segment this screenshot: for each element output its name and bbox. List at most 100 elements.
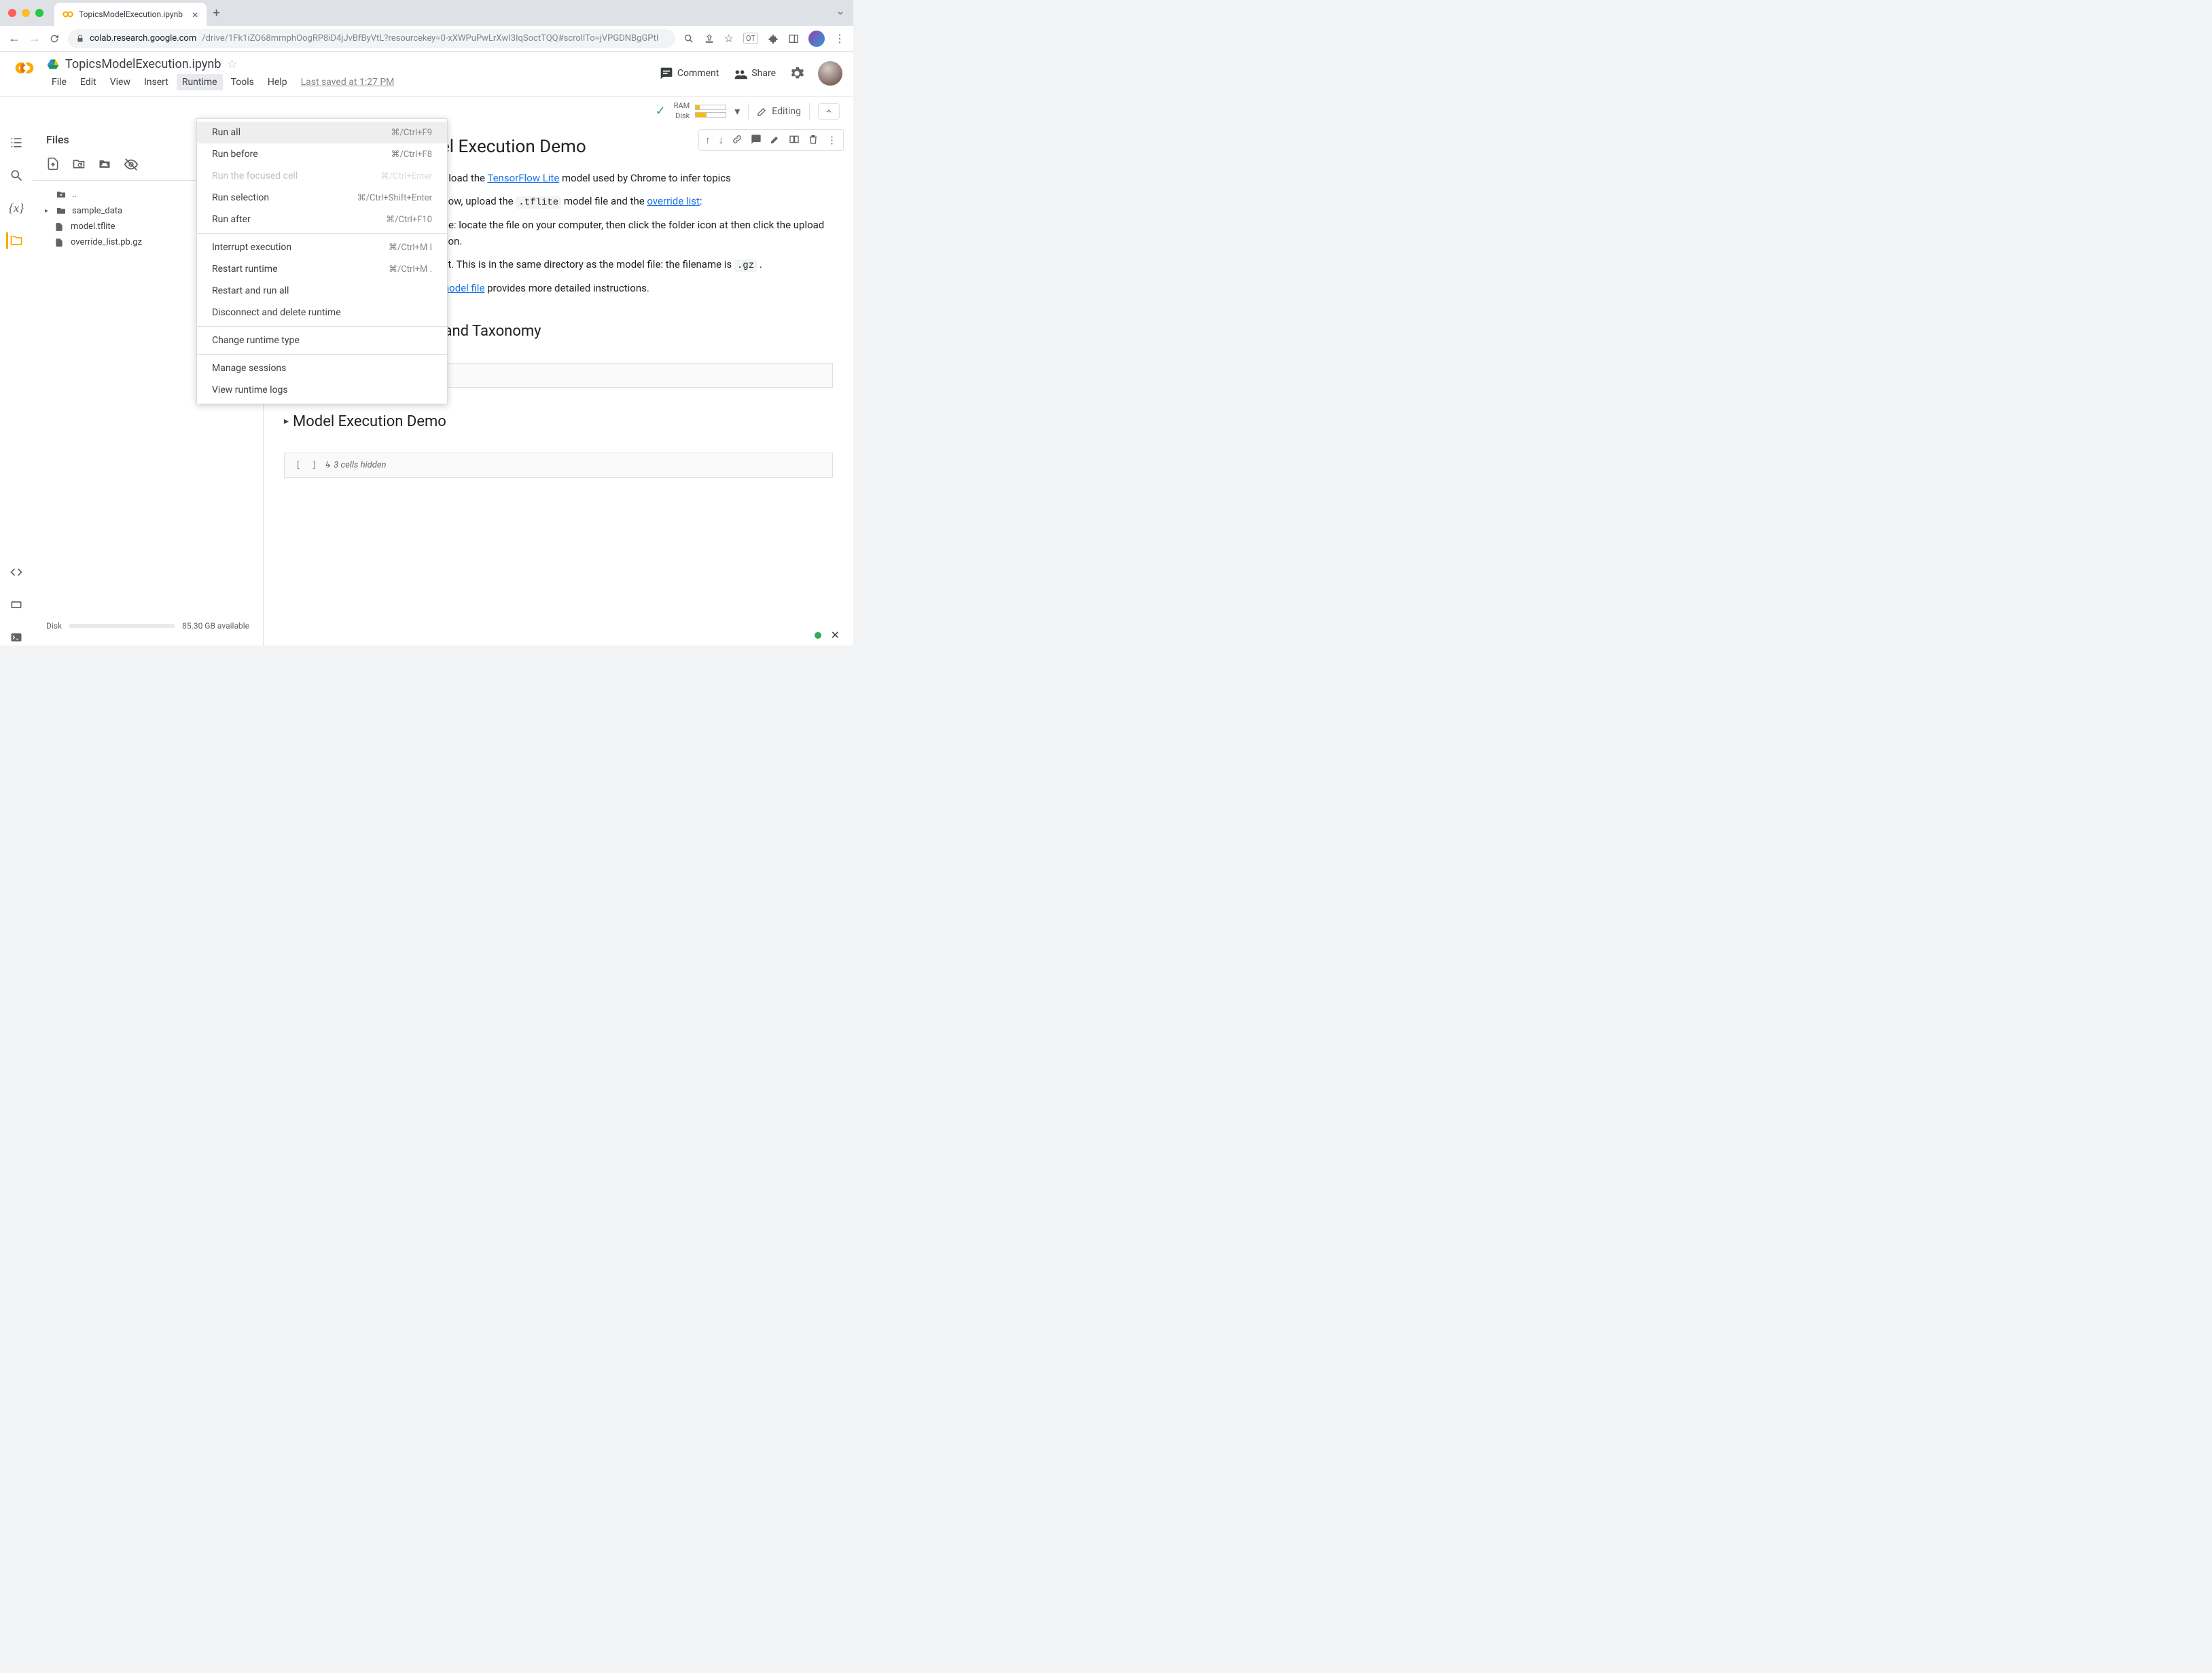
section-heading: Model Execution Demo [293,410,446,434]
profile-label[interactable]: OT [743,33,758,44]
header-actions: Comment Share [660,61,842,86]
close-status-icon[interactable]: ✕ [831,629,840,641]
runtime-menu-item[interactable]: Run after ⌘/Ctrl+F10 [197,209,447,230]
variables-icon[interactable]: {x} [8,200,24,216]
disk-available: 85.30 GB available [182,621,249,631]
runtime-menu-item[interactable]: Disconnect and delete runtime [197,302,447,323]
menu-item-shortcut: ⌘/Ctrl+Enter [380,171,432,181]
upload-file-icon[interactable] [46,157,60,172]
mirror-cell-icon[interactable] [785,131,803,149]
menu-item-label: Run after [212,214,251,225]
colab-logo-icon[interactable] [11,58,38,77]
comment-label: Comment [677,68,719,79]
collapse-header-button[interactable] [818,103,840,120]
menu-edit[interactable]: Edit [75,74,102,90]
override-list-link[interactable]: override list [647,195,699,207]
save-status[interactable]: Last saved at 1:27 PM [296,74,400,90]
comment-button[interactable]: Comment [660,67,719,80]
runtime-menu-item[interactable]: Manage sessions [197,357,447,379]
browser-tab[interactable]: TopicsModelExecution.ipynb × [54,3,207,26]
ram-disk-indicator[interactable]: RAM Disk [674,101,727,121]
menu-help[interactable]: Help [262,74,293,90]
side-panel-icon[interactable] [788,33,799,44]
menu-insert[interactable]: Insert [139,74,174,90]
notebook-title[interactable]: TopicsModelExecution.ipynb [65,57,221,71]
close-tab-icon[interactable]: × [192,8,198,21]
edit-cell-icon[interactable] [766,131,784,149]
comment-cell-icon[interactable] [747,131,765,149]
menu-divider [197,326,447,327]
hidden-count: 3 cells hidden [334,460,386,470]
browser-menu-icon[interactable]: ⋮ [834,32,845,45]
runtime-menu-item[interactable]: Restart runtime⌘/Ctrl+M . [197,258,447,280]
files-rail-icon[interactable] [6,232,24,249]
move-up-icon[interactable]: ↑ [702,131,714,149]
refresh-files-icon[interactable] [72,157,86,172]
menu-file[interactable]: File [46,74,72,90]
runtime-menu-item[interactable]: Change runtime type [197,330,447,351]
disk-label: Disk [674,111,690,121]
browser-action-icons: ☆ OT ⋮ [683,31,845,47]
command-palette-icon[interactable] [8,597,24,613]
bookmark-icon[interactable]: ☆ [724,32,734,45]
file-icon [54,222,67,232]
cell-toolbar: ↑ ↓ ⋮ [698,129,844,151]
menu-tools[interactable]: Tools [226,74,260,90]
connected-check-icon: ✓ [656,104,666,118]
menu-item-label: Disconnect and delete runtime [212,307,341,318]
star-icon[interactable]: ☆ [226,57,237,71]
browser-profile-avatar[interactable] [808,31,825,47]
share-browser-icon[interactable] [704,33,715,44]
user-avatar[interactable] [818,61,842,86]
settings-icon[interactable] [789,66,804,81]
chevron-right-icon[interactable]: ▸ [45,207,52,215]
menu-item-shortcut: ⌘/Ctrl+F10 [386,215,432,225]
reload-button[interactable] [49,33,60,44]
link-cell-icon[interactable] [728,131,746,149]
cell-bracket: [ ] [296,460,317,470]
ram-bar [695,105,726,110]
h1-text: el Execution Demo [440,137,586,157]
address-bar[interactable]: colab.research.google.com/drive/1Fk1iZO6… [68,29,675,48]
runtime-menu-item[interactable]: View runtime logs [197,379,447,401]
menu-runtime[interactable]: Runtime [177,74,223,90]
menu-view[interactable]: View [105,74,136,90]
move-down-icon[interactable]: ↓ [715,131,728,149]
runtime-menu-item[interactable]: Restart and run all [197,280,447,302]
new-tab-button[interactable]: + [213,6,220,20]
tree-item-label: sample_data [72,206,122,216]
bottom-status: ✕ [801,624,853,646]
runtime-menu-item[interactable]: Interrupt execution⌘/Ctrl+M I [197,236,447,258]
folder-icon [56,205,68,216]
menu-item-label: Run all [212,127,240,138]
runtime-menu-item[interactable]: Run all⌘/Ctrl+F9 [197,122,447,143]
extensions-icon[interactable] [768,33,779,44]
code-snippets-icon[interactable] [8,564,24,580]
maximize-window-button[interactable] [35,9,43,17]
toc-icon[interactable] [8,135,24,151]
search-icon[interactable] [8,167,24,183]
tab-list-dropdown-icon[interactable] [836,8,845,18]
editing-mode-button[interactable]: Editing [757,106,801,117]
cell-more-icon[interactable]: ⋮ [823,131,840,149]
share-button[interactable]: Share [732,66,776,81]
delete-cell-icon[interactable] [804,131,822,149]
collapsed-cells-2[interactable]: [ ] ↳3 cells hidden [284,453,833,478]
mount-drive-icon[interactable] [98,157,111,172]
hide-files-icon[interactable] [124,157,139,172]
terminal-icon[interactable] [8,629,24,646]
tflite-link[interactable]: TensorFlow Lite [487,172,559,184]
subdirectory-arrow-icon: ↳ [323,460,331,470]
chevron-right-icon[interactable]: ▸ [284,414,289,429]
close-window-button[interactable] [8,9,16,17]
zoom-icon[interactable] [683,33,694,44]
divider [809,103,810,120]
colab-app: TopicsModelExecution.ipynb ☆ File Edit V… [0,52,853,646]
pencil-icon [757,106,768,117]
connection-dropdown-icon[interactable]: ▾ [734,105,740,118]
minimize-window-button[interactable] [22,9,30,17]
back-button[interactable]: ← [8,31,20,46]
runtime-menu-item[interactable]: Run before⌘/Ctrl+F8 [197,143,447,165]
divider [748,103,749,120]
runtime-menu-item[interactable]: Run selection⌘/Ctrl+Shift+Enter [197,187,447,209]
